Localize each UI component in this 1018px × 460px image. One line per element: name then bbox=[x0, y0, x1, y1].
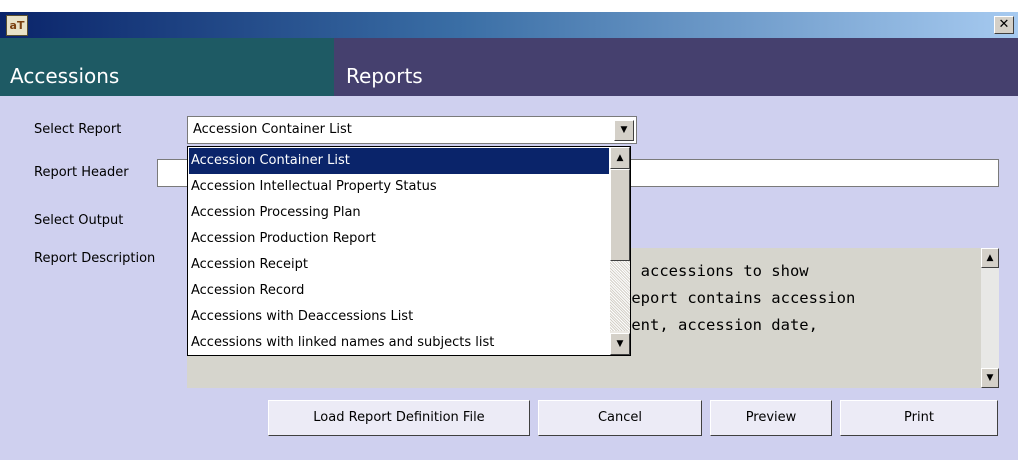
description-line-1: f accessions to show bbox=[622, 262, 809, 280]
select-output-label: Select Output bbox=[34, 213, 124, 228]
scroll-up-icon[interactable]: ▲ bbox=[981, 248, 999, 268]
reports-window: aT ✕ Accessions Reports Select Report Re… bbox=[0, 0, 1018, 460]
dropdown-scrollbar[interactable]: ▲ ▼ bbox=[610, 147, 630, 355]
scroll-up-icon[interactable]: ▲ bbox=[610, 147, 630, 169]
report-description-label: Report Description bbox=[34, 251, 156, 266]
dropdown-item[interactable]: Accession Record bbox=[189, 278, 609, 304]
description-scrollbar[interactable]: ▲ ▼ bbox=[981, 248, 999, 388]
header-reports: Reports bbox=[334, 38, 1018, 96]
select-report-label: Select Report bbox=[34, 122, 122, 137]
description-line-3: tent, accession date, bbox=[622, 316, 818, 334]
top-strip bbox=[0, 0, 1018, 12]
scroll-track[interactable] bbox=[610, 261, 630, 331]
title-bar[interactable]: aT ✕ bbox=[0, 12, 1018, 38]
chevron-down-icon[interactable]: ▼ bbox=[614, 120, 634, 141]
header-right-title: Reports bbox=[346, 64, 423, 88]
report-dropdown-list[interactable]: Accession Container List Accession Intel… bbox=[187, 146, 631, 356]
close-button[interactable]: ✕ bbox=[994, 16, 1014, 34]
app-logo-icon: aT bbox=[6, 15, 28, 36]
dropdown-item[interactable]: Accession Intellectual Property Status bbox=[189, 174, 609, 200]
header-accessions: Accessions bbox=[0, 38, 334, 96]
dropdown-item[interactable]: Accession Container List bbox=[189, 148, 609, 174]
select-report-combo[interactable]: Accession Container List ▼ bbox=[187, 116, 637, 144]
cancel-button[interactable]: Cancel bbox=[538, 400, 702, 436]
selected-report-value: Accession Container List bbox=[193, 122, 352, 137]
load-report-definition-button[interactable]: Load Report Definition File bbox=[268, 400, 530, 436]
report-header-label: Report Header bbox=[34, 165, 129, 180]
scroll-thumb[interactable] bbox=[610, 169, 630, 261]
dropdown-item[interactable]: Accession Receipt bbox=[189, 252, 609, 278]
dropdown-item[interactable]: Accession Production Report bbox=[189, 226, 609, 252]
preview-button[interactable]: Preview bbox=[710, 400, 832, 436]
dropdown-item[interactable]: Accessions with Deaccessions List bbox=[189, 304, 609, 330]
print-button[interactable]: Print bbox=[840, 400, 998, 436]
description-text: f accessions to show Report contains acc… bbox=[622, 258, 855, 339]
description-line-2: Report contains accession bbox=[622, 289, 856, 307]
dropdown-item[interactable]: Accessions with linked names and subject… bbox=[189, 330, 609, 356]
scroll-down-icon[interactable]: ▼ bbox=[610, 333, 630, 355]
dropdown-item[interactable]: Accession Processing Plan bbox=[189, 200, 609, 226]
header-left-title: Accessions bbox=[10, 64, 120, 88]
scroll-down-icon[interactable]: ▼ bbox=[981, 368, 999, 388]
